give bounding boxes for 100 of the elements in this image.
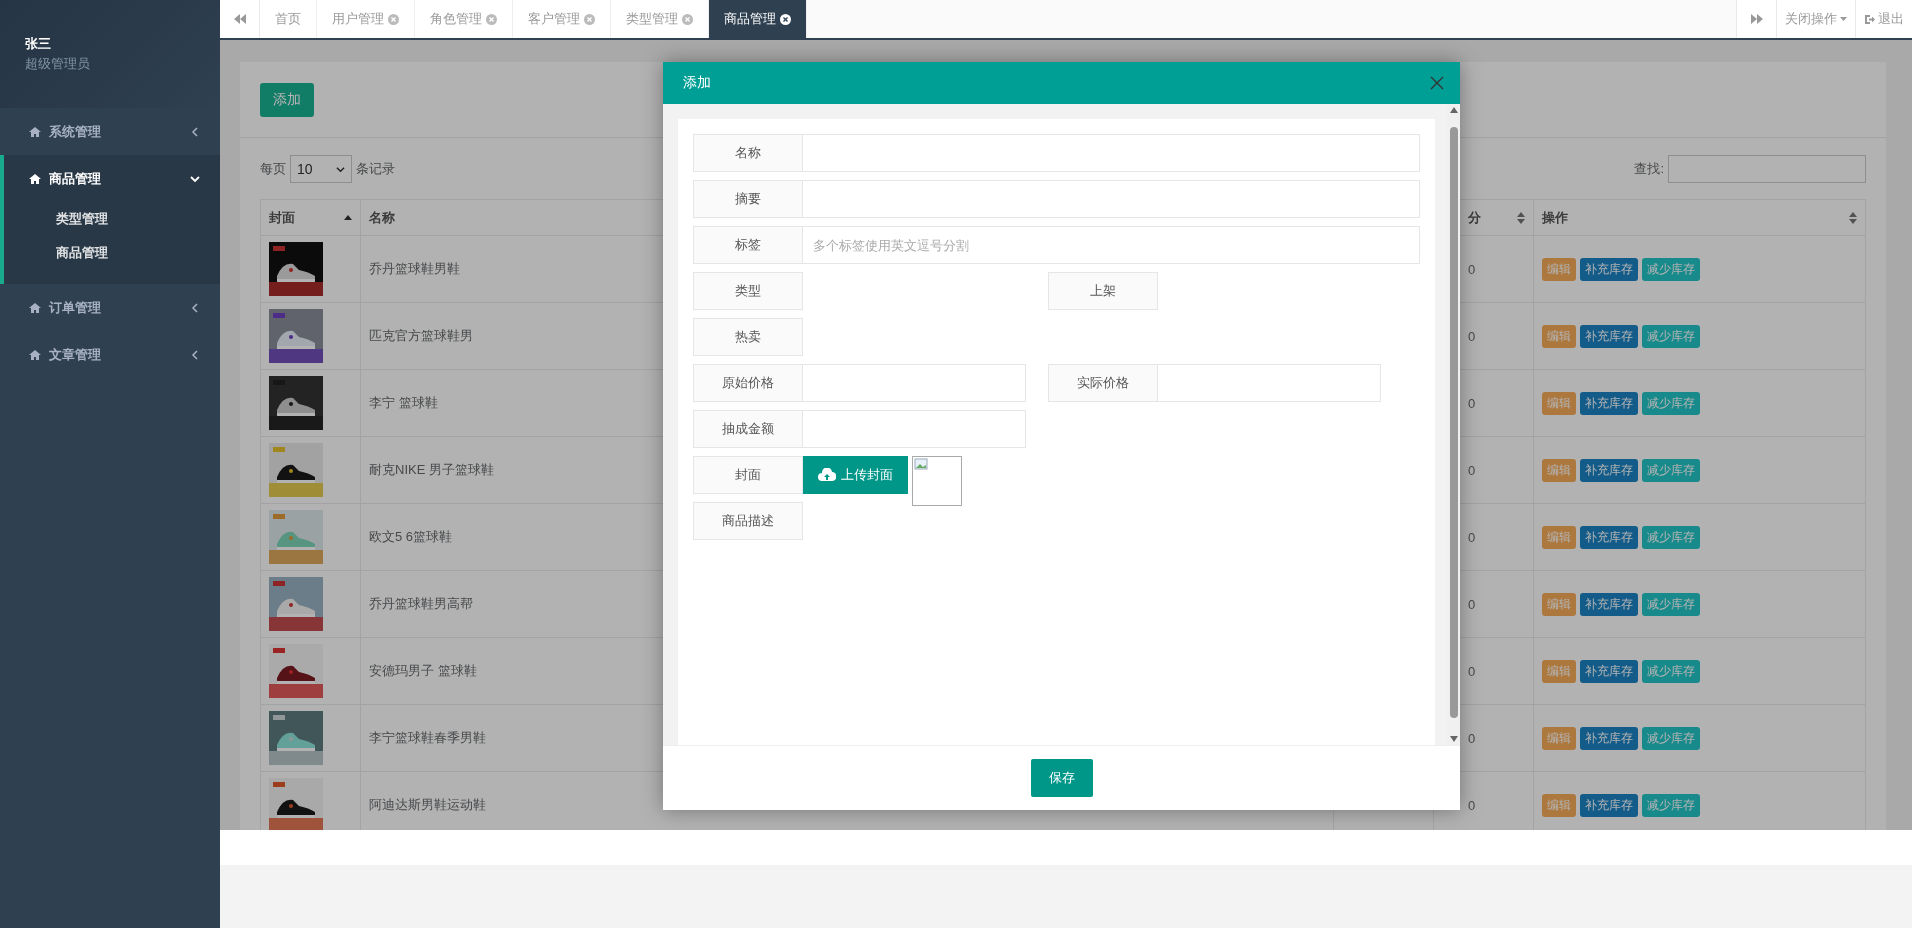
table-cell: 0 xyxy=(1468,529,1476,545)
field-label: 摘要 xyxy=(693,180,803,218)
chevron-left-icon xyxy=(190,302,200,313)
field-label: 上架 xyxy=(1048,272,1158,310)
table-cell: 0 xyxy=(1468,663,1476,679)
arrow-down-icon xyxy=(1449,736,1458,742)
column-header[interactable]: 封面 xyxy=(269,208,295,227)
upload-button[interactable]: 上传封面 xyxy=(803,456,908,494)
tab[interactable]: 首页 xyxy=(260,0,317,38)
sidebar-item[interactable]: 文章管理 xyxy=(0,331,220,378)
add-button[interactable]: 补充库存 xyxy=(1580,659,1638,683)
column-header[interactable]: 名称 xyxy=(369,208,395,227)
edit-button[interactable]: 编辑 xyxy=(1542,391,1576,415)
records-label: 条记录 xyxy=(356,160,395,178)
tab[interactable]: 商品管理 xyxy=(709,0,807,38)
add-button[interactable]: 补充库存 xyxy=(1580,458,1638,482)
field-label: 商品描述 xyxy=(693,502,803,540)
add-button[interactable]: 补充库存 xyxy=(1580,257,1638,281)
input-field[interactable] xyxy=(1158,364,1381,402)
edit-button[interactable]: 编辑 xyxy=(1542,525,1576,549)
add-button[interactable]: 补充库存 xyxy=(1580,525,1638,549)
per-page-label: 每页 xyxy=(260,160,286,178)
search-field[interactable] xyxy=(1668,155,1866,183)
user-role: 超级管理员 xyxy=(25,55,91,73)
tab[interactable]: 角色管理 xyxy=(415,0,513,38)
field-label: 名称 xyxy=(693,134,803,172)
input-field[interactable] xyxy=(803,134,1420,172)
broken-image-icon xyxy=(912,456,962,506)
reduce-button[interactable]: 减少库存 xyxy=(1642,793,1700,817)
add-button[interactable]: 补充库存 xyxy=(1580,592,1638,616)
scrollbar[interactable] xyxy=(1447,104,1460,745)
sort-icon[interactable] xyxy=(1517,211,1525,224)
table-cell: 0 xyxy=(1468,797,1476,813)
chevron-left-icon xyxy=(190,349,200,360)
chevron-left-icon xyxy=(190,126,200,137)
search-label: 查找: xyxy=(1634,160,1664,178)
input-field[interactable] xyxy=(803,410,1026,448)
tab[interactable]: 客户管理 xyxy=(513,0,611,38)
page-size-select[interactable]: 10 xyxy=(290,155,352,183)
dialog-title: 添加 xyxy=(683,74,711,92)
chevron-down-icon xyxy=(190,173,200,184)
cloud-upload-icon xyxy=(818,468,836,482)
add-button[interactable]: 补充库存 xyxy=(1580,793,1638,817)
table-cell: 0 xyxy=(1468,261,1476,277)
sidebar-item[interactable]: 订单管理 xyxy=(0,284,220,331)
caret-icon xyxy=(336,164,345,174)
field-label: 热卖 xyxy=(693,318,803,356)
column-header[interactable]: 分 xyxy=(1468,208,1481,227)
home-icon xyxy=(29,125,41,138)
reduce-button[interactable]: 减少库存 xyxy=(1642,659,1700,683)
double-arrow-left-icon xyxy=(233,14,246,24)
reduce-button[interactable]: 减少库存 xyxy=(1642,726,1700,750)
save-button[interactable]: 保存 xyxy=(1030,759,1093,797)
field-label: 封面 xyxy=(693,456,803,494)
logout-icon xyxy=(1864,13,1875,25)
caret-icon xyxy=(1840,17,1847,21)
double-arrow-right-icon xyxy=(1750,14,1763,24)
add-button[interactable]: 补充库存 xyxy=(1580,324,1638,348)
close-icon[interactable] xyxy=(780,13,791,25)
sidebar-item[interactable]: 商品管理 xyxy=(4,155,220,202)
edit-button[interactable]: 编辑 xyxy=(1542,793,1576,817)
edit-button[interactable]: 编辑 xyxy=(1542,257,1576,281)
scroll-left-button[interactable] xyxy=(220,0,260,38)
edit-button[interactable]: 编辑 xyxy=(1542,458,1576,482)
add-button[interactable]: 补充库存 xyxy=(1580,726,1638,750)
reduce-button[interactable]: 减少库存 xyxy=(1642,324,1700,348)
home-icon xyxy=(29,301,41,314)
reduce-button[interactable]: 减少库存 xyxy=(1642,592,1700,616)
add-button[interactable]: 补充库存 xyxy=(1580,391,1638,415)
table-cell: 0 xyxy=(1468,395,1476,411)
reduce-button[interactable]: 减少库存 xyxy=(1642,458,1700,482)
sidebar-subitem[interactable]: 类型管理 xyxy=(4,202,220,236)
edit-button[interactable]: 编辑 xyxy=(1542,592,1576,616)
field-label: 实际价格 xyxy=(1048,364,1158,402)
sidebar-subitem[interactable]: 商品管理 xyxy=(4,236,220,270)
reduce-button[interactable]: 减少库存 xyxy=(1642,391,1700,415)
add-button[interactable]: 添加 xyxy=(260,82,314,117)
edit-button[interactable]: 编辑 xyxy=(1542,726,1576,750)
arrow-up-icon xyxy=(1449,107,1458,113)
edit-button[interactable]: 编辑 xyxy=(1542,659,1576,683)
input-field[interactable]: 多个标签使用英文逗号分割 xyxy=(803,226,1420,264)
tab[interactable]: 类型管理 xyxy=(611,0,709,38)
field-label: 抽成金额 xyxy=(693,410,803,448)
home-icon xyxy=(29,348,41,361)
reduce-button[interactable]: 减少库存 xyxy=(1642,525,1700,549)
sort-icon[interactable] xyxy=(1849,211,1857,224)
table-cell: 0 xyxy=(1468,596,1476,612)
table-cell: 0 xyxy=(1468,462,1476,478)
close-menu-button[interactable]: 关闭操作 xyxy=(1776,0,1855,38)
table-cell: 0 xyxy=(1468,730,1476,746)
logout-button[interactable]: 退出 xyxy=(1855,0,1912,38)
column-header[interactable]: 操作 xyxy=(1542,208,1568,227)
sidebar-item[interactable]: 系统管理 xyxy=(0,108,220,155)
edit-button[interactable]: 编辑 xyxy=(1542,324,1576,348)
table-cell: 0 xyxy=(1468,328,1476,344)
scroll-right-button[interactable] xyxy=(1736,0,1776,38)
input-field[interactable] xyxy=(803,180,1420,218)
tab[interactable]: 用户管理 xyxy=(317,0,415,38)
input-field[interactable] xyxy=(803,364,1026,402)
reduce-button[interactable]: 减少库存 xyxy=(1642,257,1700,281)
